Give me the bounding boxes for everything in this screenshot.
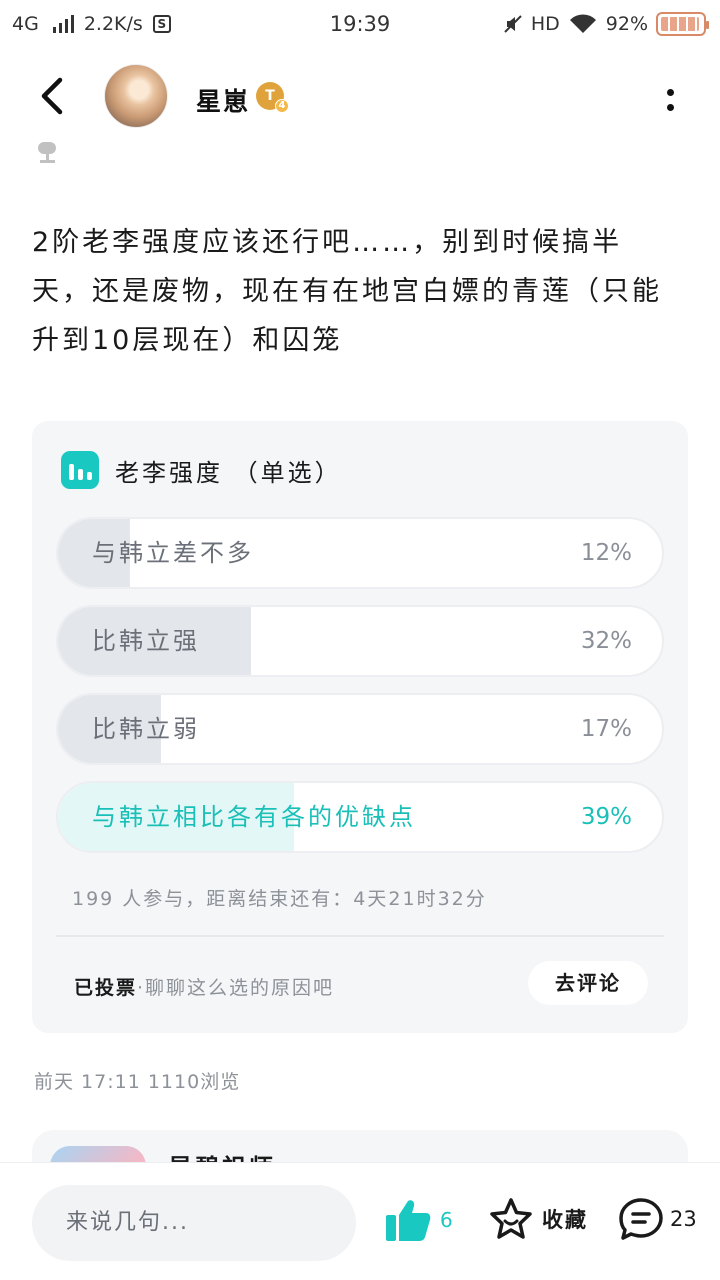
status-right: HD 92% <box>503 12 709 36</box>
post-timestamp-views: 前天 17:11 1110浏览 <box>34 1071 241 1093</box>
hd-indicator: HD <box>530 13 560 35</box>
thumbs-up-icon <box>386 1200 431 1241</box>
go-comment-button[interactable]: 去评论 <box>528 961 648 1005</box>
poll-title: 老李强度 （单选） <box>115 458 342 487</box>
bottom-action-bar: 来说几句... 6 收藏 23 <box>0 1162 720 1280</box>
poll-option[interactable]: 与韩立差不多 12% <box>56 517 664 589</box>
badge-icon: T <box>265 88 275 104</box>
battery-percent: 92% <box>605 13 648 35</box>
poll-option-percent: 32% <box>580 628 632 654</box>
poll-header: 老李强度 （单选） <box>61 451 342 489</box>
back-button[interactable] <box>36 76 72 116</box>
poll-card: 老李强度 （单选） 与韩立差不多 12% 比韩立强 32% 比韩立弱 17% 与… <box>32 421 688 1033</box>
poll-option[interactable]: 比韩立弱 17% <box>56 693 664 765</box>
poll-option-label: 与韩立差不多 <box>92 539 254 567</box>
level-number: 4 <box>275 99 289 113</box>
poll-option[interactable]: 与韩立相比各有各的优缺点 39% <box>56 781 664 853</box>
wifi-icon <box>569 14 596 33</box>
status-bar: 4G 2.2K/s S 19:39 HD 92% <box>0 0 720 50</box>
divider <box>56 935 664 937</box>
poll-option[interactable]: 比韩立强 32% <box>56 605 664 677</box>
battery-icon <box>656 12 709 36</box>
comments-button[interactable]: 23 <box>618 1197 697 1241</box>
poll-option-label: 比韩立弱 <box>92 715 200 743</box>
voice-icon <box>38 142 56 163</box>
poll-option-label: 比韩立强 <box>92 627 200 655</box>
comment-input[interactable]: 来说几句... <box>32 1185 356 1261</box>
username[interactable]: 星崽 <box>196 82 250 118</box>
poll-chart-icon <box>61 451 99 489</box>
comment-bubble-icon <box>619 1198 663 1240</box>
voted-status: 已投票·聊聊这么选的原因吧 <box>74 973 334 1000</box>
favorite-label: 收藏 <box>542 1208 588 1232</box>
level-badge: T4 <box>256 82 289 113</box>
poll-option-label: 与韩立相比各有各的优缺点 <box>92 803 416 831</box>
star-icon <box>490 1198 532 1239</box>
poll-participants-info: 199 人参与，距离结束还有：4天21时32分 <box>72 888 487 910</box>
poll-option-percent: 17% <box>580 716 632 742</box>
favorite-button[interactable]: 收藏 <box>488 1197 588 1241</box>
poll-option-percent: 12% <box>580 540 632 566</box>
comment-count: 23 <box>670 1207 697 1231</box>
post-header: 星崽 T4 <box>0 56 720 138</box>
voted-label: 已投票 <box>74 977 138 999</box>
like-button[interactable]: 6 <box>384 1197 453 1243</box>
poll-option-percent: 39% <box>580 804 632 830</box>
post-body-text: 2阶老李强度应该还行吧……，别到时候搞半天，还是废物，现在有在地宫白嫖的青莲（只… <box>32 227 662 356</box>
like-count: 6 <box>440 1208 453 1232</box>
voted-hint: ·聊聊这么选的原因吧 <box>137 977 335 999</box>
mute-icon <box>504 15 522 33</box>
more-options-button[interactable] <box>660 82 680 118</box>
avatar[interactable] <box>104 64 168 128</box>
